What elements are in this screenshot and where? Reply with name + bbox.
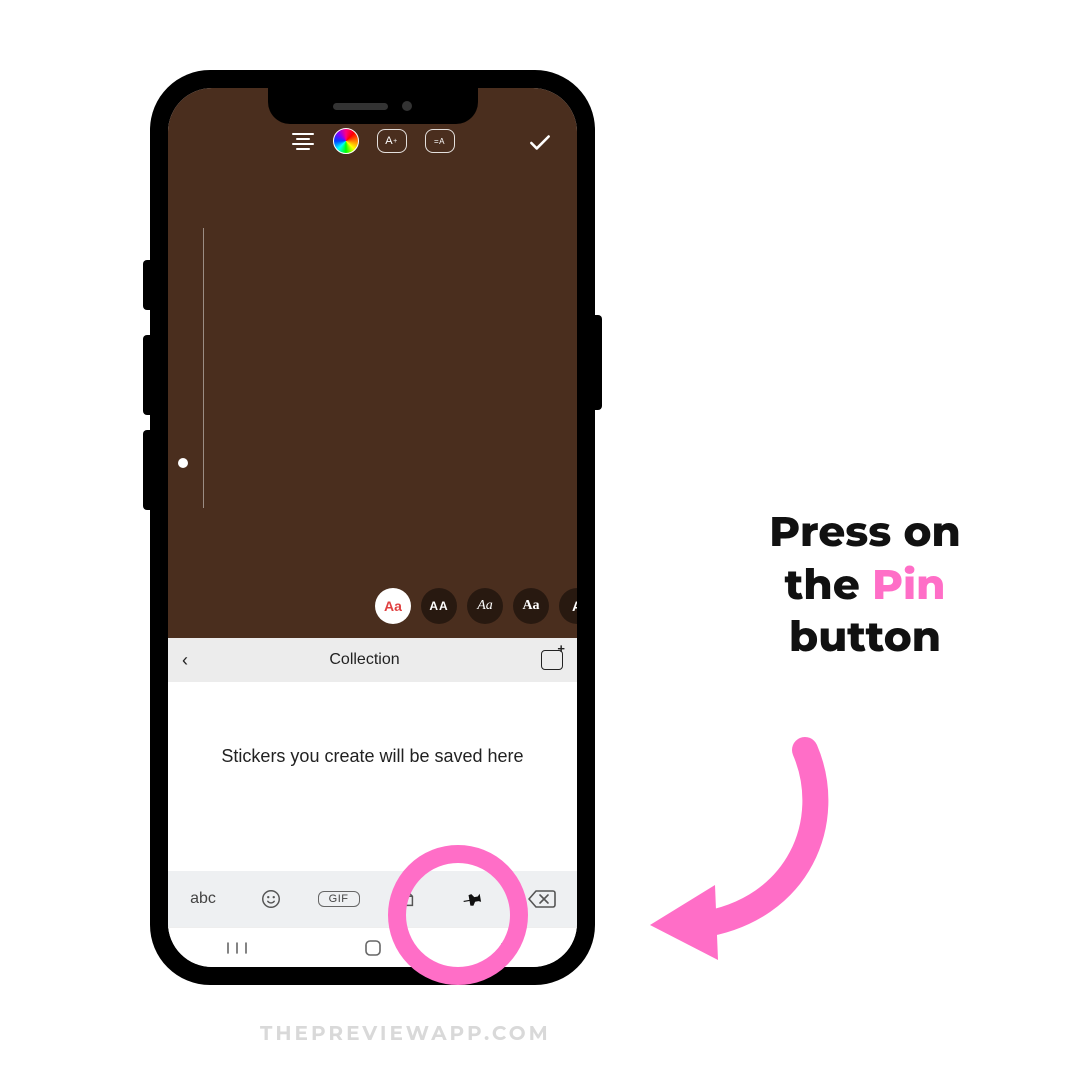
text-size-button[interactable]: A+ [377, 129, 407, 153]
caption-line-2: the Pin [700, 558, 1030, 611]
nav-home[interactable] [364, 939, 382, 957]
story-editor-canvas[interactable]: A+ =A Aa AA Aa Aa A [168, 88, 577, 638]
pin-highlight-circle [388, 845, 528, 985]
nav-recents[interactable] [226, 941, 248, 955]
pointer-arrow [640, 730, 870, 960]
font-option-1[interactable]: Aa [375, 588, 411, 624]
font-option-4[interactable]: Aa [513, 588, 549, 624]
done-check-button[interactable] [527, 130, 553, 161]
back-button[interactable]: ‹ [182, 650, 188, 671]
gif-button[interactable]: GIF [318, 891, 360, 907]
instruction-caption: Press on the Pin button [700, 505, 1030, 663]
color-picker-button[interactable] [333, 128, 359, 154]
text-cursor [178, 458, 188, 468]
font-option-3[interactable]: Aa [467, 588, 503, 624]
font-option-5[interactable]: A [559, 588, 577, 624]
text-effect-button[interactable]: =A [425, 129, 455, 153]
caption-pink-word: Pin [872, 558, 945, 610]
phone-notch [268, 88, 478, 124]
text-align-button[interactable] [291, 133, 315, 150]
text-toolbar: A+ =A [168, 128, 577, 154]
watermark-text: THEPREVIEWAPP.COM [260, 1022, 551, 1046]
collection-header: ‹ Collection [168, 638, 577, 682]
phone-frame: A+ =A Aa AA Aa Aa A ‹ Collection [150, 70, 595, 985]
add-sticker-camera-button[interactable] [541, 650, 563, 670]
volume-down-button [143, 430, 150, 510]
sticker-collection-area: Stickers you create will be saved here [168, 682, 577, 871]
empty-state-text: Stickers you create will be saved here [221, 746, 523, 767]
phone-screen: A+ =A Aa AA Aa Aa A ‹ Collection [168, 88, 577, 967]
caption-line-1: Press on [700, 505, 1030, 558]
font-picker-row[interactable]: Aa AA Aa Aa A [375, 588, 577, 624]
collection-title: Collection [329, 651, 399, 669]
volume-up-button [143, 335, 150, 415]
caption-line-3: button [700, 610, 1030, 663]
emoji-button[interactable] [250, 888, 292, 910]
power-button [595, 315, 602, 410]
font-option-2[interactable]: AA [421, 588, 457, 624]
abc-keyboard-button[interactable]: abc [182, 890, 224, 908]
text-size-slider-track[interactable] [203, 228, 204, 508]
